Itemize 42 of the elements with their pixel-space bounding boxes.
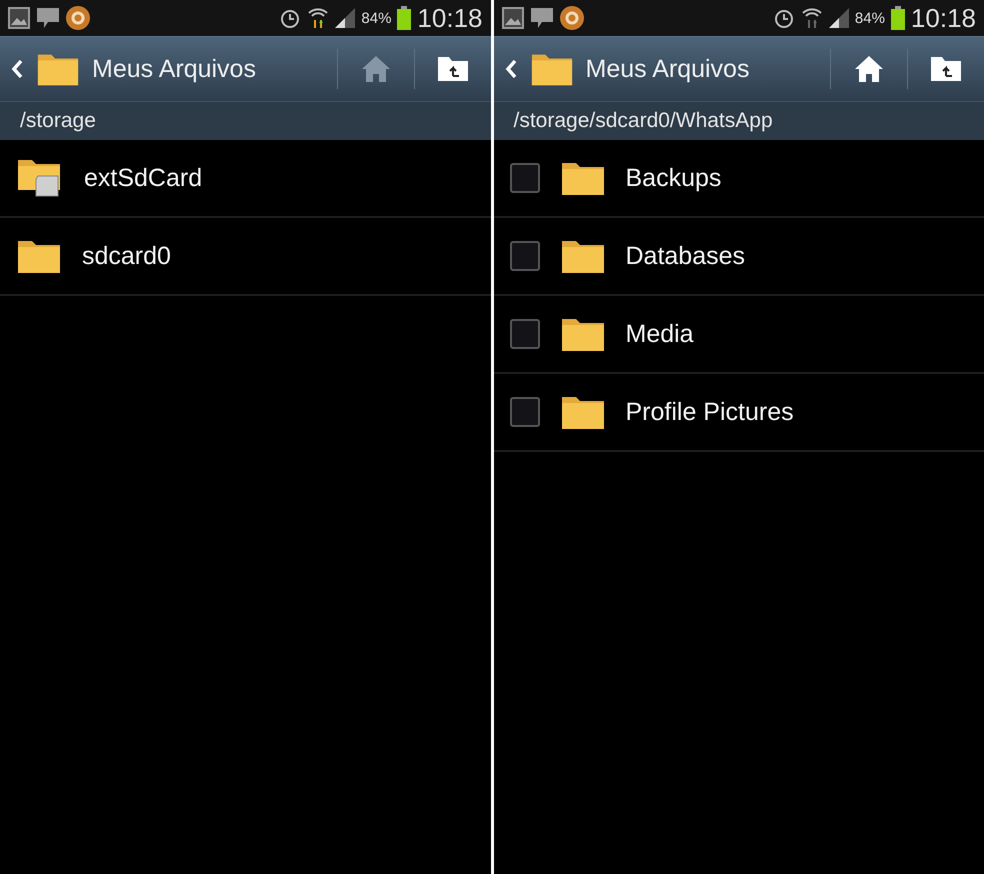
app-notification-icon <box>560 6 584 30</box>
alarm-icon <box>772 7 795 29</box>
home-icon <box>854 55 884 83</box>
back-icon[interactable] <box>10 58 24 80</box>
file-list-item[interactable]: sdcard0 <box>0 218 490 296</box>
folder-name: Profile Pictures <box>626 398 794 426</box>
clock: 10:18 <box>417 2 482 34</box>
folder-name: Databases <box>626 242 746 270</box>
app-notification-icon <box>66 6 90 30</box>
message-icon <box>530 7 554 29</box>
alarm-icon <box>279 7 302 29</box>
battery-percent: 84% <box>361 10 392 26</box>
folder-up-icon <box>930 56 962 82</box>
clock: 10:18 <box>910 2 976 34</box>
app-title: Meus Arquivos <box>586 54 750 84</box>
app-title: Meus Arquivos <box>92 54 257 84</box>
gallery-icon <box>502 7 524 29</box>
signal-icon <box>828 8 849 28</box>
checkbox[interactable] <box>510 319 540 349</box>
gallery-icon <box>8 7 30 29</box>
battery-icon <box>890 6 905 30</box>
folder-name: sdcard0 <box>82 242 171 270</box>
file-list-item[interactable]: Databases <box>494 218 984 296</box>
battery-percent: 84% <box>854 10 885 26</box>
file-list-item[interactable]: Media <box>494 296 984 374</box>
folder-up-icon <box>436 56 468 82</box>
current-path: /storage <box>20 109 96 133</box>
file-list-item[interactable]: Backups <box>494 140 984 218</box>
checkbox[interactable] <box>510 163 540 193</box>
folder-name: extSdCard <box>84 164 202 192</box>
file-list-item[interactable]: Profile Pictures <box>494 374 984 452</box>
current-path: /storage/sdcard0/WhatsApp <box>514 109 773 133</box>
folder-name: Media <box>626 320 694 348</box>
checkbox[interactable] <box>510 397 540 427</box>
signal-icon <box>335 8 356 28</box>
folder-name: Backups <box>626 164 722 192</box>
back-icon[interactable] <box>504 58 518 80</box>
message-icon <box>36 7 60 29</box>
battery-icon <box>397 6 412 30</box>
home-icon <box>360 55 390 83</box>
file-list-item[interactable]: extSdCard <box>0 140 490 218</box>
checkbox[interactable] <box>510 241 540 271</box>
